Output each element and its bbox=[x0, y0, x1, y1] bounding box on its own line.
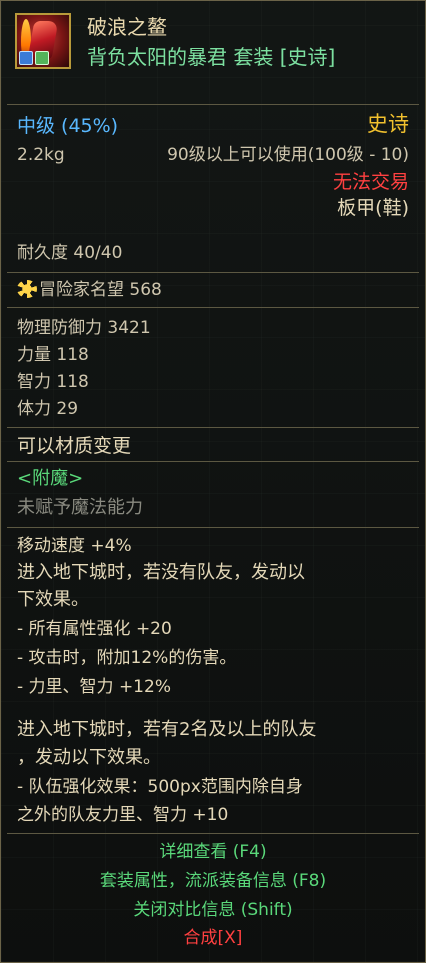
item-tooltip: 破浪之鳌 背负太阳的暴君 套装 [史诗] 中级 (45%) 史诗 2.2kg 9… bbox=[0, 0, 426, 963]
stat-physical-defense: 物理防御力 3421 bbox=[17, 318, 151, 338]
adventurer-fame: 冒险家名望 568 bbox=[17, 279, 162, 301]
effect-line: - 所有属性强化 +20 bbox=[17, 619, 172, 639]
item-grade: 中级 (45%) bbox=[17, 115, 119, 137]
item-name: 破浪之鳌 bbox=[87, 15, 167, 39]
fame-laurel-icon bbox=[17, 280, 37, 298]
effect-line: - 力里、智力 +12% bbox=[17, 677, 171, 697]
compare-toggle-button[interactable]: 关闭对比信息 (Shift) bbox=[1, 899, 425, 921]
item-type: 板甲(鞋) bbox=[337, 197, 409, 219]
item-set-line: 背负太阳的暴君 套装 [史诗] bbox=[87, 45, 336, 69]
enchant-header: <附魔> bbox=[17, 468, 84, 489]
divider bbox=[7, 527, 419, 528]
item-rarity: 史诗 bbox=[367, 112, 409, 136]
stat-vitality: 体力 29 bbox=[17, 399, 79, 419]
item-weight: 2.2kg bbox=[17, 145, 65, 165]
effect-line: 下效果。 bbox=[17, 589, 89, 610]
effect-line: - 攻击时，附加12%的伤害。 bbox=[17, 648, 237, 668]
material-change-note: 可以材质变更 bbox=[17, 435, 132, 457]
fame-text: 冒险家名望 568 bbox=[39, 280, 162, 300]
item-level-requirement: 90级以上可以使用(100级 - 10) bbox=[167, 145, 409, 165]
effect-line: 进入地下城时，若没有队友，发动以 bbox=[17, 562, 305, 583]
item-boot-icon bbox=[15, 13, 71, 69]
craft-button[interactable]: 合成[X] bbox=[1, 927, 425, 949]
seal-lock-icon bbox=[19, 51, 33, 65]
divider bbox=[7, 307, 419, 308]
effect-line: ，发动以下效果。 bbox=[17, 747, 161, 768]
detail-view-button[interactable]: 详细查看 (F4) bbox=[1, 841, 425, 863]
effect-line: - 队伍强化效果：500px范围内除自身 bbox=[17, 777, 303, 797]
set-info-button[interactable]: 套装属性，流派装备信息 (F8) bbox=[1, 870, 425, 892]
stat-strength: 力量 118 bbox=[17, 345, 89, 365]
divider bbox=[7, 833, 419, 834]
enchant-value: 未赋予魔法能力 bbox=[17, 497, 143, 518]
bind-lock-icon bbox=[35, 51, 49, 65]
effect-line: 移动速度 +4% bbox=[17, 536, 132, 556]
divider bbox=[7, 272, 419, 273]
effect-line: 之外的队友力里、智力 +10 bbox=[17, 805, 229, 825]
divider bbox=[7, 104, 419, 105]
divider bbox=[7, 427, 419, 428]
stat-intelligence: 智力 118 bbox=[17, 372, 89, 392]
item-durability: 耐久度 40/40 bbox=[17, 243, 123, 263]
item-trade-status: 无法交易 bbox=[332, 171, 409, 193]
divider bbox=[7, 461, 419, 462]
effect-line: 进入地下城时，若有2名及以上的队友 bbox=[17, 719, 317, 740]
